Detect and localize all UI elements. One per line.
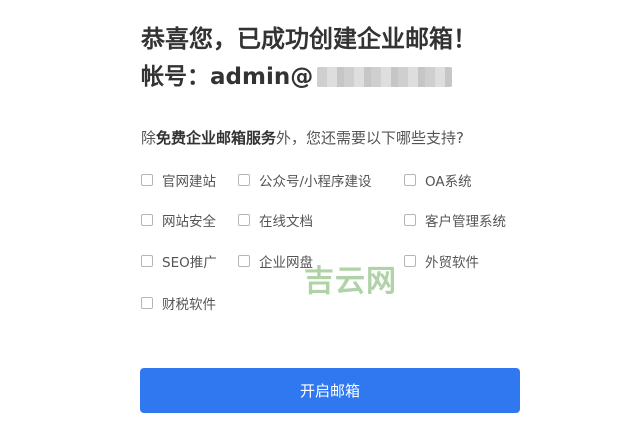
checkbox[interactable] [141, 214, 153, 226]
checkbox[interactable] [141, 174, 153, 186]
account-value: admin@ [210, 64, 314, 90]
mailbox-success-page: 恭喜您，已成功创建企业邮箱！ 帐号： admin@ 除免费企业邮箱服务外，您还需要… [0, 0, 626, 445]
option-online-documents[interactable]: 在线文档 [238, 210, 313, 230]
option-enterprise-drive[interactable]: 企业网盘 [238, 251, 313, 271]
checkbox[interactable] [404, 214, 416, 226]
option-website-building[interactable]: 官网建站 [141, 170, 216, 190]
option-label: SEO推广 [162, 255, 217, 271]
option-oa-system[interactable]: OA系统 [404, 170, 472, 190]
option-label: 官网建站 [162, 174, 216, 190]
option-label: 在线文档 [259, 214, 313, 230]
option-label: OA系统 [425, 174, 472, 190]
option-crm-system[interactable]: 客户管理系统 [404, 210, 506, 230]
redacted-domain-mask [317, 67, 453, 87]
checkbox[interactable] [404, 174, 416, 186]
option-label: 网站安全 [162, 214, 216, 230]
question-suffix: 外，您还需要以下哪些支持? [276, 129, 464, 147]
checkbox[interactable] [404, 255, 416, 267]
option-label: 外贸软件 [425, 255, 479, 271]
option-seo-promotion[interactable]: SEO推广 [141, 251, 217, 271]
question-prefix: 除 [141, 129, 157, 147]
checkbox[interactable] [238, 174, 250, 186]
success-heading: 恭喜您，已成功创建企业邮箱！ [141, 25, 477, 53]
option-label: 企业网盘 [259, 255, 313, 271]
option-label: 财税软件 [162, 297, 216, 313]
question-highlight: 免费企业邮箱服务 [156, 129, 277, 147]
option-label: 公众号/小程序建设 [259, 174, 372, 190]
option-official-account-miniprogram[interactable]: 公众号/小程序建设 [238, 170, 372, 190]
open-mailbox-button[interactable]: 开启邮箱 [140, 368, 520, 413]
watermark-logo: 吉云网 [304, 264, 397, 299]
option-website-security[interactable]: 网站安全 [141, 210, 216, 230]
account-line: 帐号： admin@ [141, 60, 453, 94]
option-foreign-trade-software[interactable]: 外贸软件 [404, 251, 479, 271]
checkbox[interactable] [238, 214, 250, 226]
option-finance-tax-software[interactable]: 财税软件 [141, 293, 216, 313]
option-label: 客户管理系统 [425, 214, 506, 230]
checkbox[interactable] [141, 255, 153, 267]
checkbox[interactable] [141, 297, 153, 309]
checkbox[interactable] [238, 255, 250, 267]
account-label: 帐号： [141, 64, 210, 90]
support-question: 除免费企业邮箱服务外，您还需要以下哪些支持? [141, 127, 464, 149]
